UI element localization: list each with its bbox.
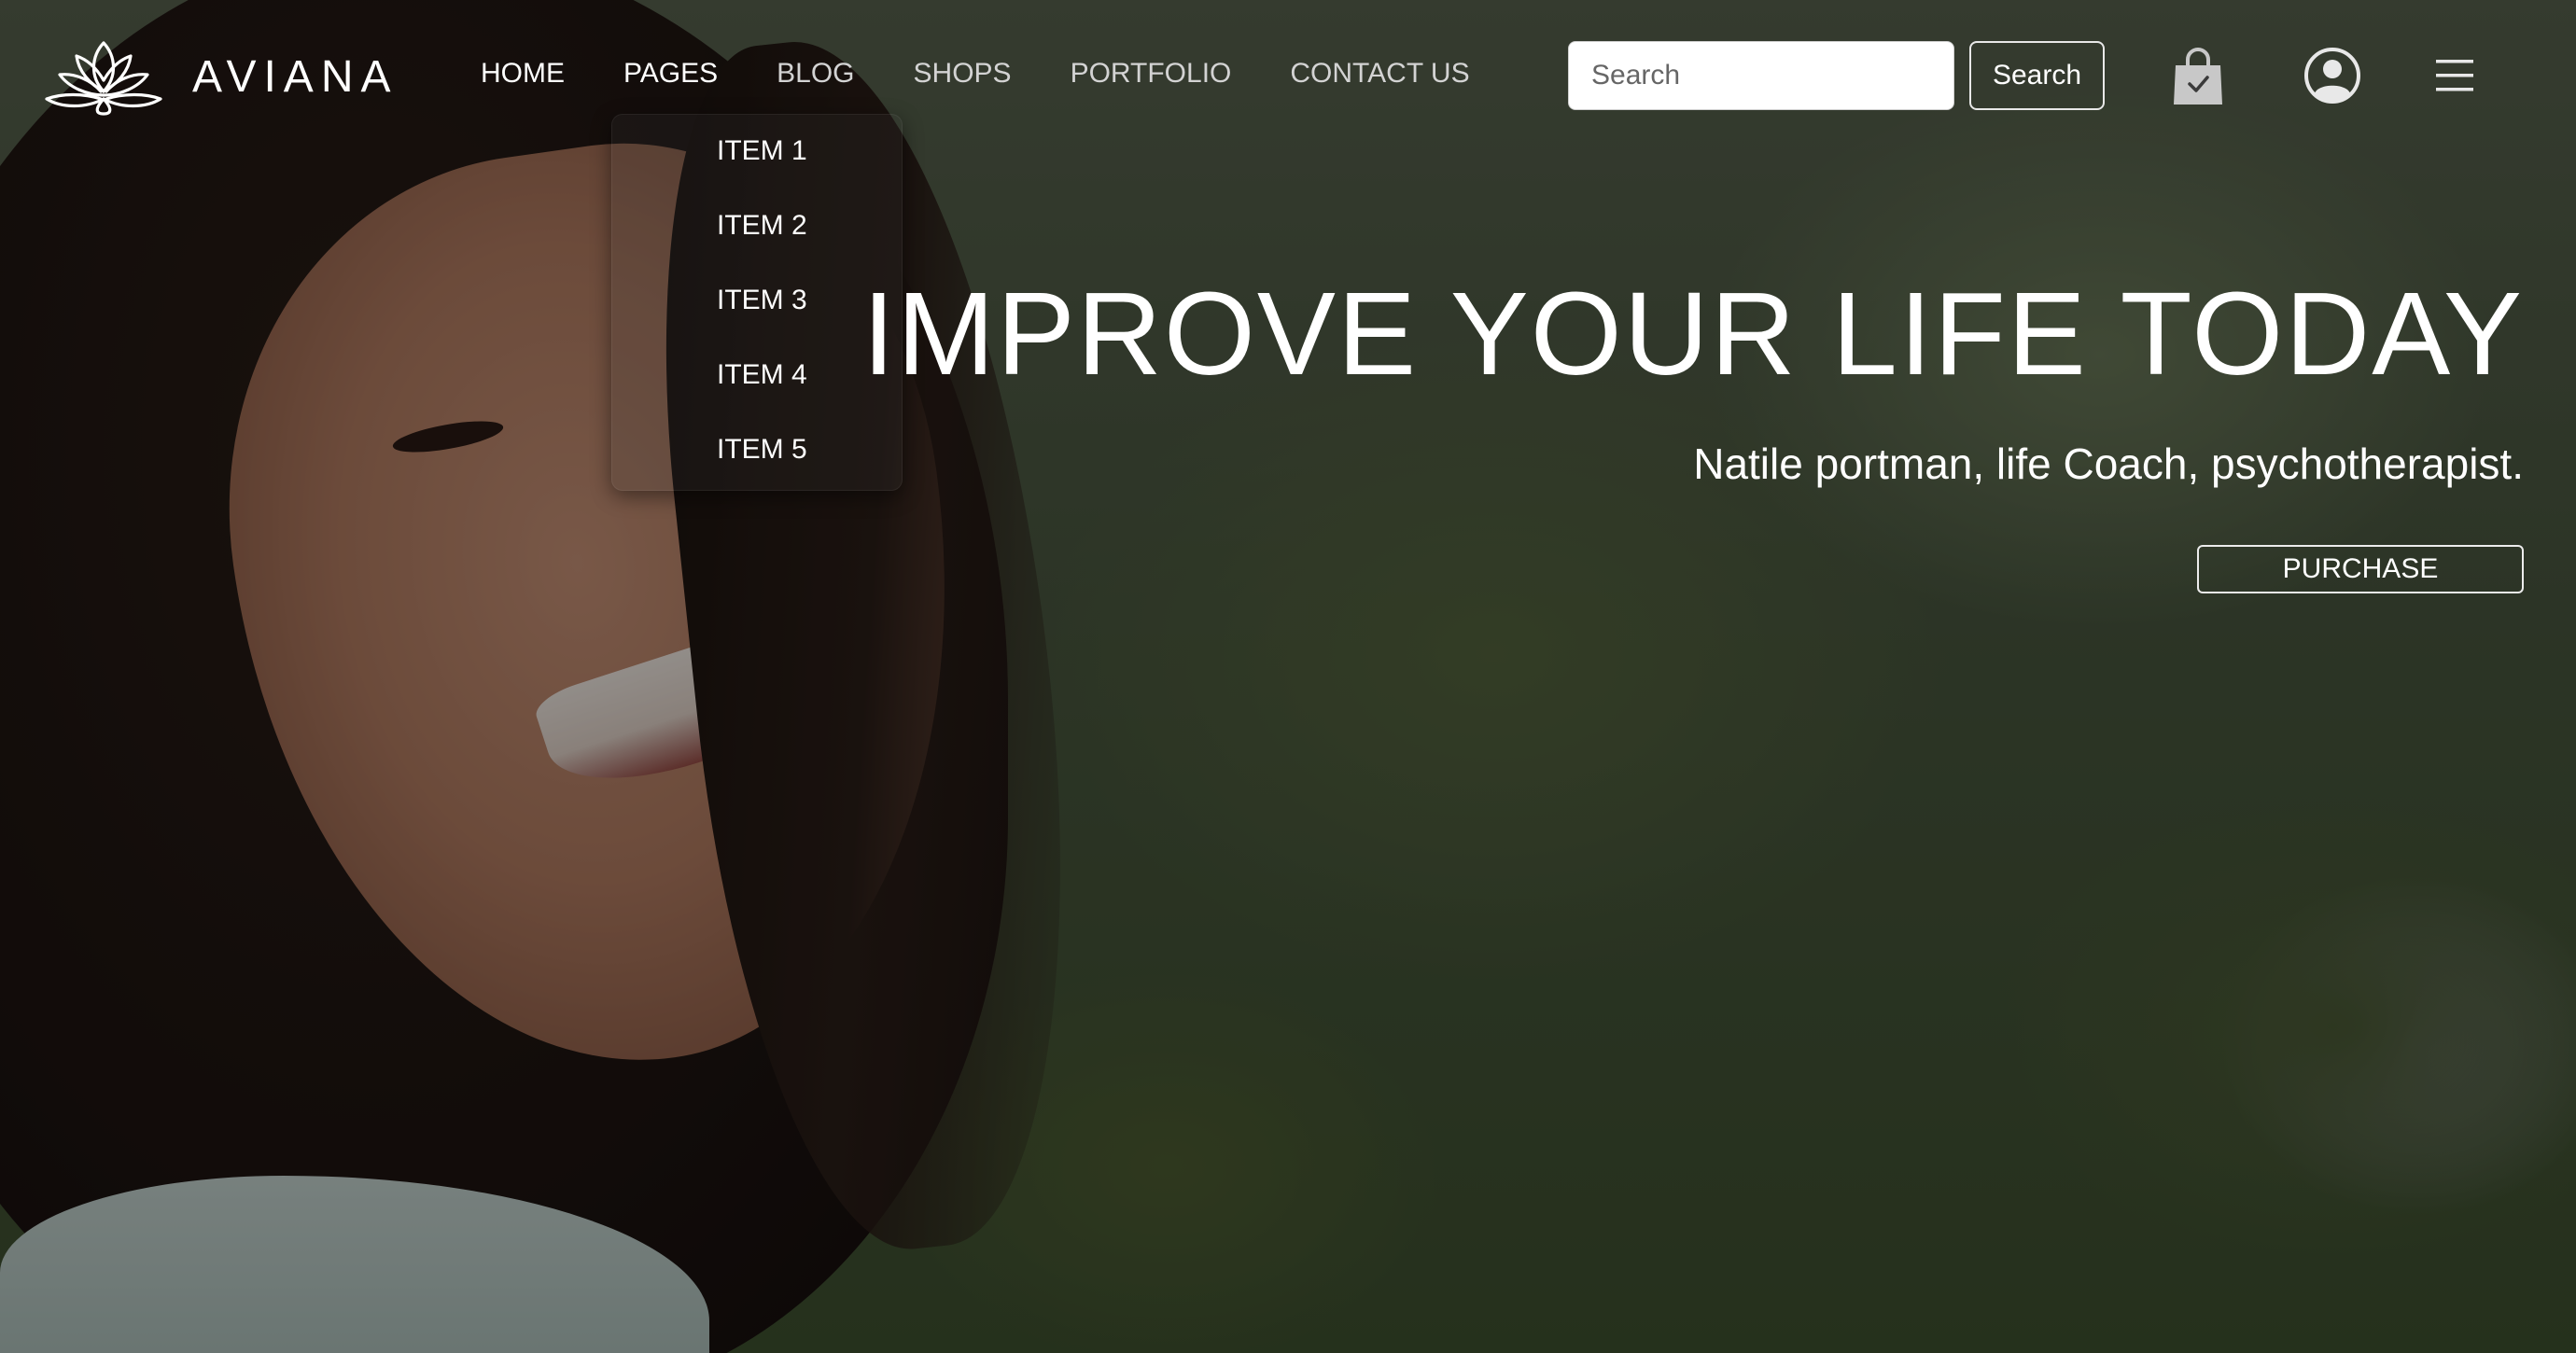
nav-pages-link[interactable]: PAGES bbox=[623, 58, 718, 90]
nav-shops-link[interactable]: SHOPS bbox=[914, 58, 1012, 90]
dropdown-item-4[interactable]: ITEM 4 bbox=[717, 359, 807, 391]
hero-title: IMPROVE YOUR LIFE TODAY bbox=[861, 268, 2524, 399]
dropdown-item-1[interactable]: ITEM 1 bbox=[717, 135, 807, 167]
nav-home-link[interactable]: HOME bbox=[481, 58, 565, 90]
brand-name: AVIANA bbox=[192, 51, 399, 102]
site-header: AVIANA HOME PAGES BLOG SHOPS PORTFOLIO C… bbox=[0, 0, 2576, 154]
purchase-button[interactable]: PURCHASE bbox=[2197, 545, 2524, 593]
dropdown-item-2[interactable]: ITEM 2 bbox=[717, 210, 807, 242]
lotus-icon bbox=[45, 41, 162, 116]
shopping-bag-icon[interactable] bbox=[2172, 47, 2224, 106]
search-button[interactable]: Search bbox=[1969, 41, 2105, 110]
brand-logo-link[interactable]: AVIANA bbox=[43, 37, 399, 116]
search-input[interactable] bbox=[1568, 41, 1954, 110]
pages-dropdown-menu: ITEM 1 ITEM 2 ITEM 3 ITEM 4 ITEM 5 bbox=[611, 114, 903, 491]
nav-portfolio-link[interactable]: PORTFOLIO bbox=[1071, 58, 1232, 90]
nav-blog-link[interactable]: BLOG bbox=[777, 58, 854, 90]
dropdown-item-5[interactable]: ITEM 5 bbox=[717, 434, 807, 466]
main-nav: HOME PAGES BLOG SHOPS PORTFOLIO CONTACT … bbox=[481, 58, 1529, 90]
hamburger-menu-icon[interactable] bbox=[2434, 58, 2475, 93]
dark-overlay bbox=[0, 0, 2576, 1353]
hero-background-image bbox=[0, 0, 2576, 1353]
dropdown-item-3[interactable]: ITEM 3 bbox=[717, 285, 807, 316]
nav-contact-us-link[interactable]: CONTACT US bbox=[1290, 58, 1469, 90]
user-circle-icon[interactable] bbox=[2303, 47, 2361, 105]
hero-subtitle: Natile portman, life Coach, psychotherap… bbox=[1693, 439, 2524, 488]
